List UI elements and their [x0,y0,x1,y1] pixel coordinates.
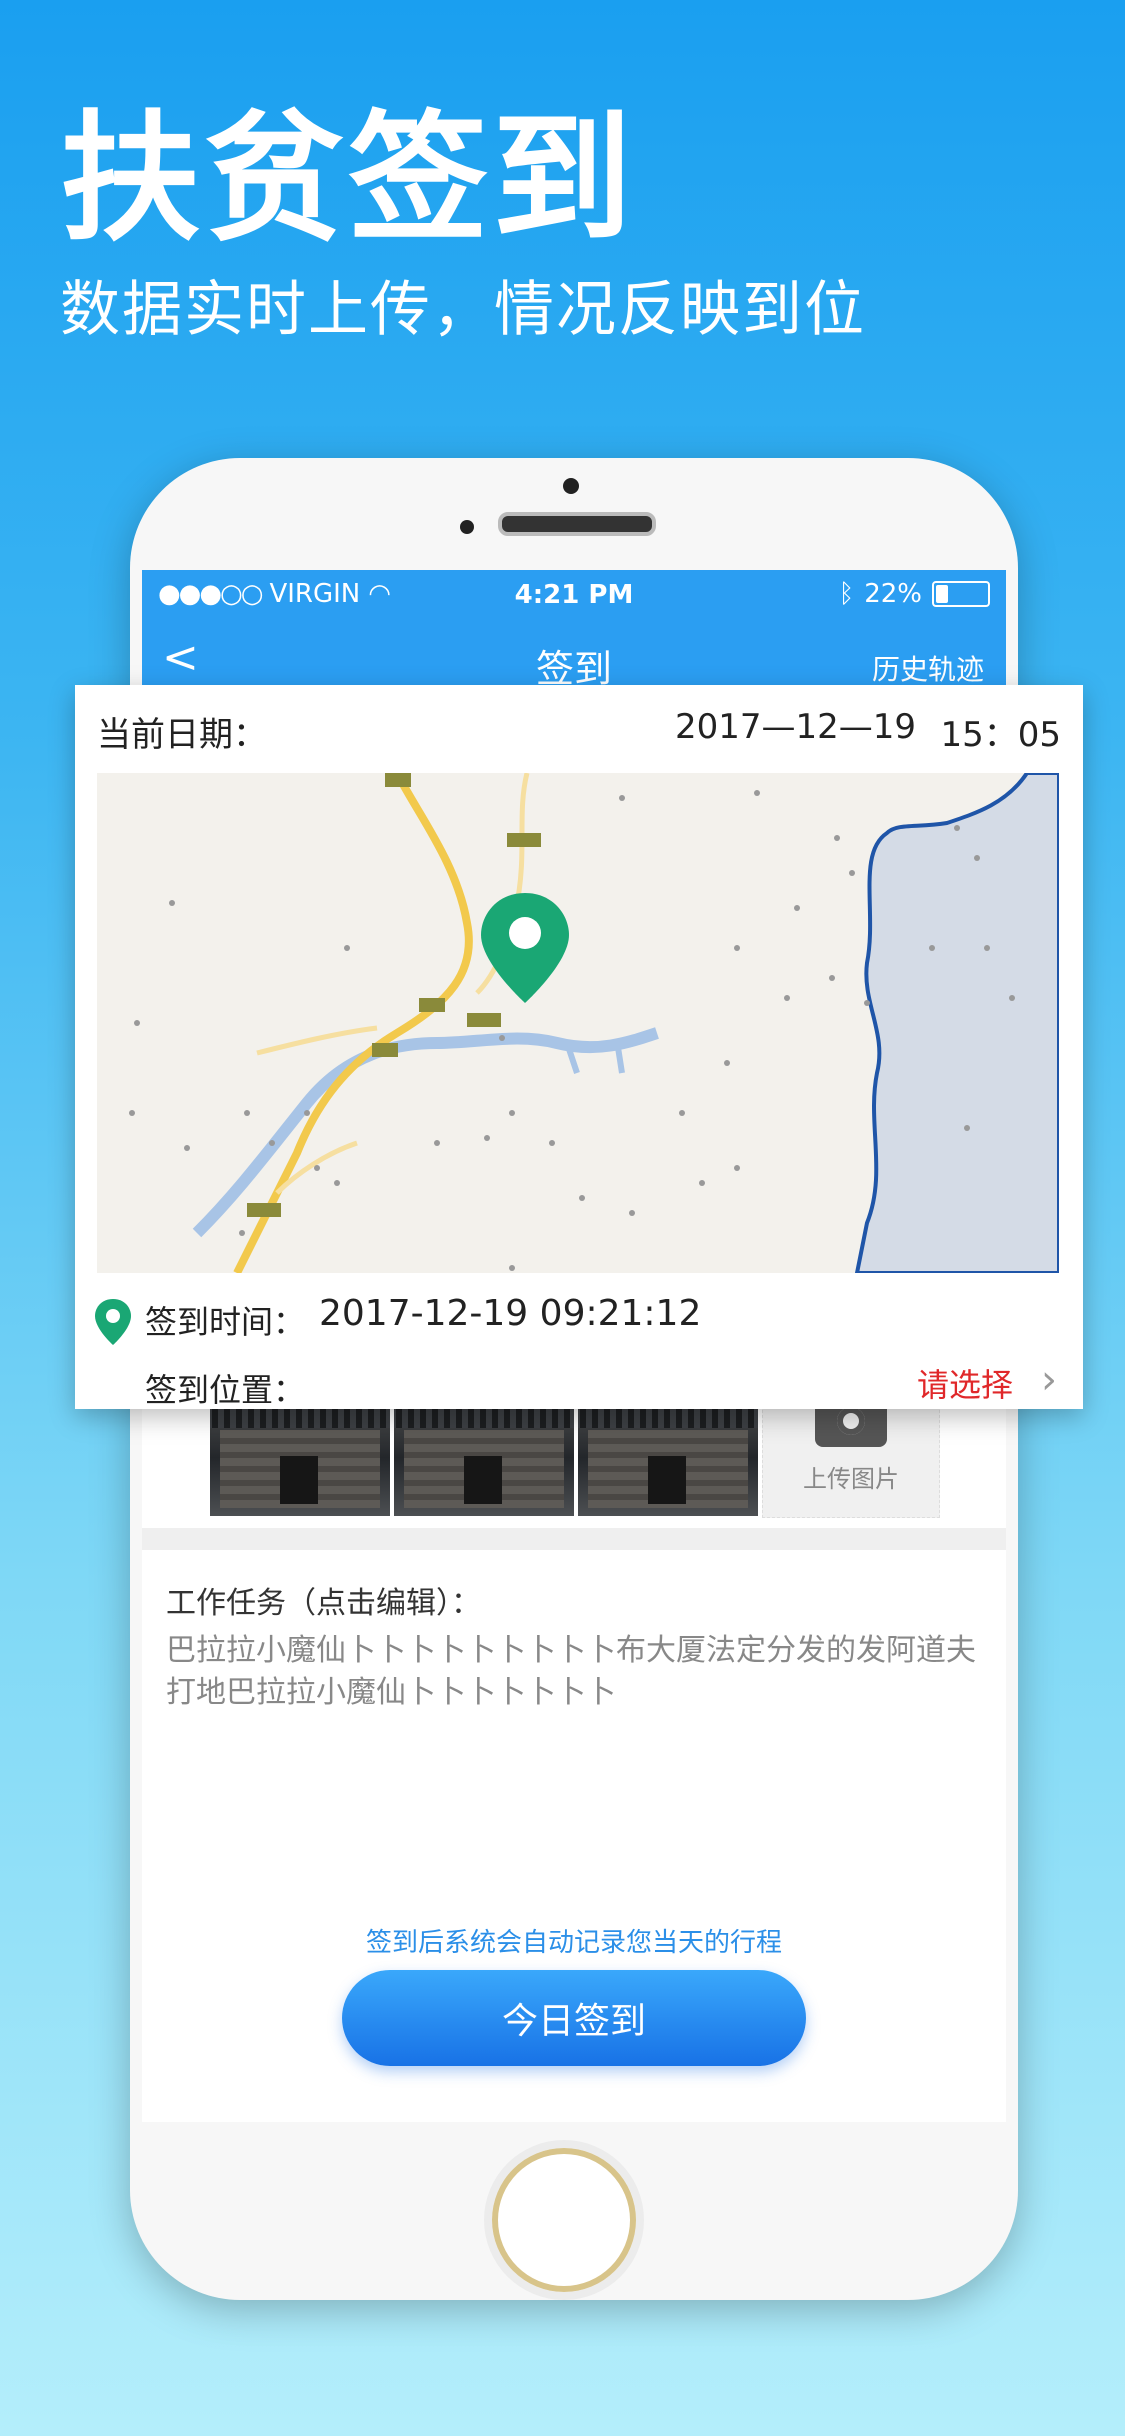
map-canvas [129,773,1059,1273]
location-pin-icon [95,1299,131,1345]
time-value: 15：05 [940,715,1061,755]
status-bar: ●●●○○ VIRGIN ◠ 4:21 PM ᛒ 22% [142,570,1006,618]
sign-in-card: 当前日期： 2017—12—19 15：05 签到时间： 2017-12-19 … [75,685,1083,1409]
earpiece-speaker [498,512,656,536]
location-select-link[interactable]: 请选择 [917,1360,1013,1406]
status-time: 4:21 PM [514,580,634,610]
upload-label: 上传图片 [803,1464,899,1493]
signin-time-value: 2017-12-19 09:21:12 [319,1293,702,1334]
promo-title: 扶贫签到 [60,98,637,261]
section-divider [142,1528,1006,1550]
hint-text: 签到后系统会自动记录您当天的行程 [365,1928,782,1958]
sign-in-button[interactable]: 今日签到 [342,1970,806,2066]
front-camera [563,478,579,494]
history-track-link[interactable]: 历史轨迹 [872,648,984,688]
date-value: 2017—12—19 [675,707,917,747]
location-label: 签到位置： [145,1371,306,1409]
home-button[interactable] [492,2148,636,2292]
chevron-right-icon[interactable]: › [1041,1357,1057,1403]
location-map[interactable] [97,773,1059,1273]
task-label[interactable]: 工作任务（点击编辑）： [166,1578,481,1622]
task-text[interactable]: 巴拉拉小魔仙卜卜卜卜卜卜卜卜卜布大厦法定分发的发阿道夫打地巴拉拉小魔仙卜卜卜卜卜… [166,1630,986,1714]
promo-subtitle: 数据实时上传，情况反映到位 [60,275,866,345]
battery-icon [932,581,990,607]
proximity-sensor [460,520,474,534]
date-label: 当前日期： [97,715,267,755]
signin-time-label: 签到时间： [145,1303,306,1341]
